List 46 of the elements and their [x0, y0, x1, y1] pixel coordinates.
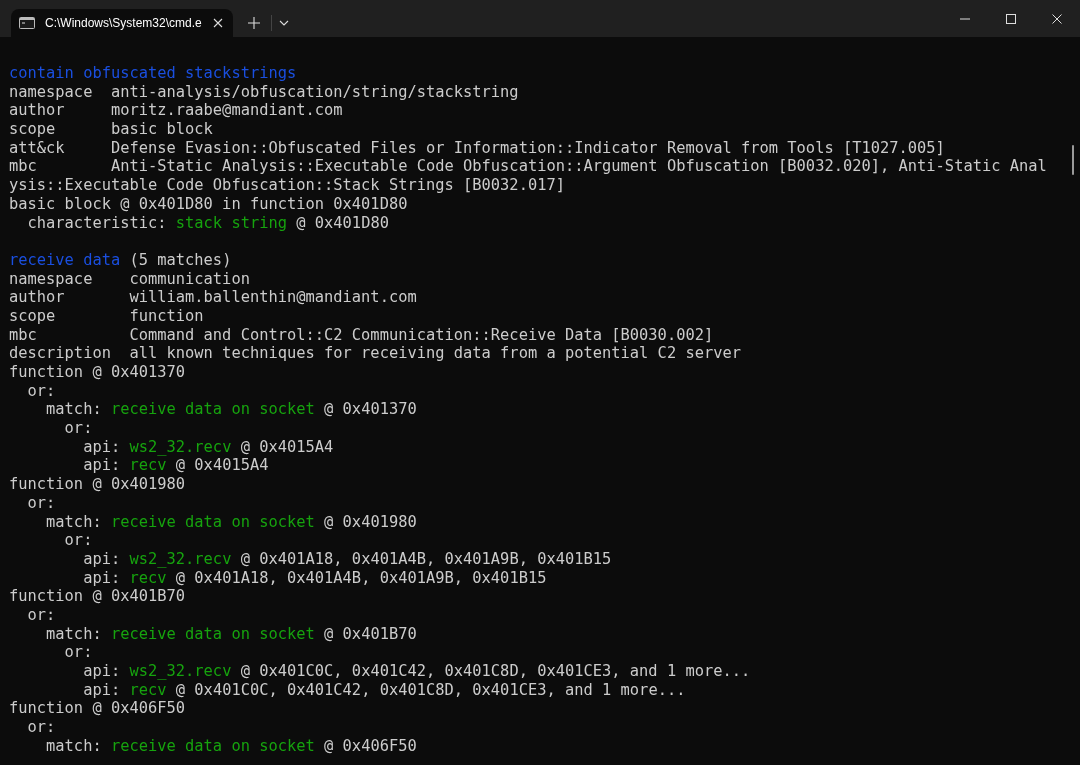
terminal-line: basic block @ 0x401D80 in function 0x401D80: [9, 194, 408, 214]
terminal-line: characteristic: stack string @ 0x401D80: [26, 213, 389, 233]
terminal-line: or:: [63, 531, 93, 550]
terminal-line: api: ws2_32.recv @ 0x4015A4: [82, 437, 334, 457]
maximize-icon: [1006, 13, 1016, 24]
terminal-line: receive data (5 matches): [9, 250, 232, 270]
terminal-line: match: receive data on socket @ 0x401980: [45, 512, 417, 532]
terminal-line: description all known techniques for receiving data from a potential C2 server: [9, 344, 741, 363]
terminal-line: or:: [26, 718, 56, 737]
terminal-line: author moritz.raabe@mandiant.com: [9, 101, 343, 121]
terminal-line: author william.ballenthin@mandiant.com: [9, 288, 417, 307]
terminal-line: function @ 0x406F50: [9, 699, 186, 719]
terminal-line: or:: [26, 493, 56, 513]
terminal-line: namespace communication: [9, 269, 250, 289]
terminal-line: ysis::Executable Code Obfuscation::Stack Strings [B0032.017]: [9, 176, 565, 195]
terminal-line: api: recv @ 0x401C0C, 0x401C42, 0x401C8D, 0x401CE3, and 1 more...: [82, 680, 686, 700]
terminal-line: function @ 0x401370: [9, 363, 186, 382]
plus-icon: [248, 17, 260, 29]
terminal-line: function @ 0x401B70: [9, 587, 186, 606]
terminal-line: or:: [63, 643, 93, 662]
terminal-tab[interactable]: C:\Windows\System32\cmd.e: [11, 9, 233, 37]
terminal-line: or:: [26, 605, 56, 625]
terminal-line: or:: [26, 381, 56, 401]
terminal-icon: [19, 17, 35, 29]
terminal-line: match: receive data on socket @ 0x401370: [45, 400, 417, 420]
terminal-line: api: recv @ 0x401A18, 0x401A4B, 0x401A9B, 0x401B15: [82, 568, 547, 588]
minimize-icon: [960, 17, 970, 20]
close-icon: [1052, 13, 1062, 24]
terminal-line: scope basic block: [9, 120, 213, 139]
scrollbar-thumb[interactable]: [1072, 145, 1074, 175]
close-icon: [213, 18, 223, 28]
terminal-line: api: ws2_32.recv @ 0x401C0C, 0x401C42, 0x401C8D, 0x401CE3, and 1 more...: [82, 662, 751, 681]
terminal-line: match: receive data on socket @ 0x401B70: [45, 624, 417, 644]
terminal-line: scope function: [9, 306, 204, 326]
terminal-line: att&ck Defense Evasion::Obfuscated Files or Information::Indicator Removal from Tools [T1027.005]: [9, 138, 945, 158]
chevron-icon: [279, 20, 289, 26]
terminal-line: match: receive data on socket @ 0x406F50: [45, 736, 417, 756]
terminal-line: or:: [63, 419, 93, 438]
terminal-line: mbc Anti-Static Analysis::Executable Code Obfuscation::Argument Obfuscation [B0032.020], Anti-Static Anal: [9, 157, 1047, 177]
close-tab-button[interactable]: [213, 18, 223, 28]
terminal-line: namespace anti-analysis/obfuscation/string/stackstring: [9, 82, 519, 102]
terminal-line: api: ws2_32.recv @ 0x401A18, 0x401A4B, 0x401A9B, 0x401B15: [82, 549, 612, 569]
terminal-line: mbc Command and Control::C2 Communication::Receive Data [B0030.002]: [9, 325, 714, 345]
terminal-line: api: recv @ 0x4015A4: [82, 456, 269, 476]
terminal-line: contain obfuscated stackstrings: [9, 64, 297, 83]
terminal-line: function @ 0x401980: [9, 475, 186, 494]
